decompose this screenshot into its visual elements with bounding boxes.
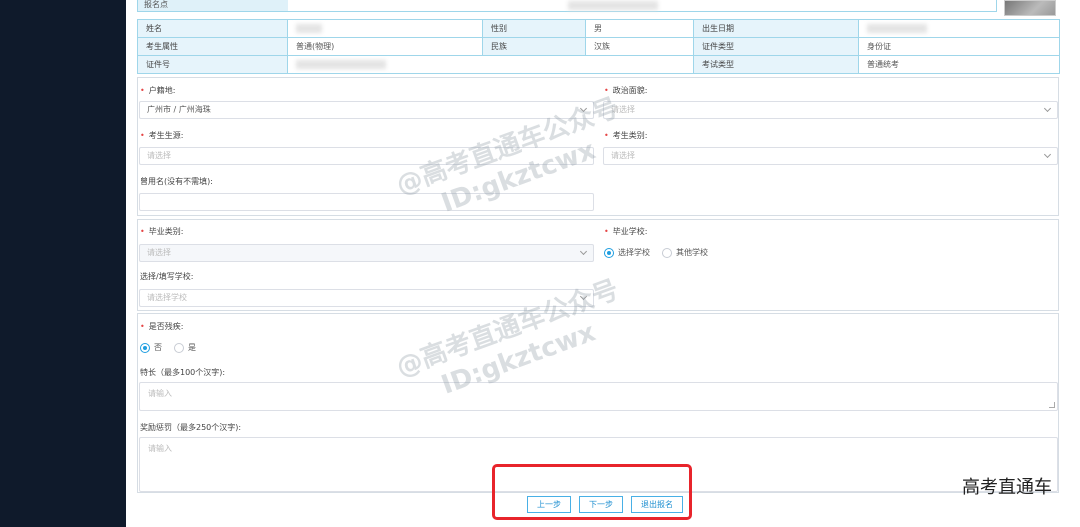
chevron-down-icon <box>1043 150 1052 159</box>
choose-school-placeholder: 请选择学校 <box>147 293 187 302</box>
radio-other-school[interactable]: 其他学校 <box>662 247 708 258</box>
id-number-value <box>287 55 694 74</box>
name-value <box>287 19 483 38</box>
gender-value: 男 <box>585 19 694 38</box>
radio-yes[interactable]: 是 <box>174 342 196 353</box>
student-attr-value: 普通(物理) <box>287 37 483 56</box>
chevron-down-icon <box>579 247 588 256</box>
grad-school-radio-group: 选择学校 其他学校 <box>604 247 714 258</box>
grad-type-label: • 毕业类别: <box>140 227 184 236</box>
registration-point-label: 报名点 <box>138 0 288 11</box>
disabled-radio-group: 否 是 <box>140 342 202 353</box>
source-label: • 考生生源: <box>140 131 184 140</box>
chevron-down-icon <box>1043 104 1052 113</box>
category-select[interactable]: 请选择 <box>603 147 1058 165</box>
awards-placeholder: 请输入 <box>148 444 172 453</box>
former-name-input[interactable] <box>139 193 594 211</box>
highlight-box <box>492 464 692 520</box>
politics-select[interactable]: 请选择 <box>603 101 1058 119</box>
birth-date-label: 出生日期 <box>693 19 859 38</box>
birth-date-value <box>858 19 1060 38</box>
choose-school-label: 选择/填写学校: <box>140 272 194 281</box>
exam-type-value: 普通统考 <box>858 55 1060 74</box>
grad-school-label: • 毕业学校: <box>604 227 648 236</box>
awards-label: 奖励惩罚（最多250个汉字): <box>140 423 242 432</box>
id-type-label: 证件类型 <box>693 37 859 56</box>
radio-select-school[interactable]: 选择学校 <box>604 247 650 258</box>
student-attr-label: 考生属性 <box>137 37 288 56</box>
disabled-label: • 是否残疾: <box>140 322 184 331</box>
ethnicity-value: 汉族 <box>585 37 694 56</box>
specialty-textarea[interactable]: 请输入 <box>139 382 1058 411</box>
sidebar <box>0 0 126 527</box>
id-number-label: 证件号 <box>137 55 288 74</box>
former-name-label: 曾用名(没有不需填): <box>140 177 213 186</box>
registration-point-row: 报名点 <box>137 0 997 12</box>
radio-unchecked-icon[interactable] <box>174 342 184 353</box>
main-content: 报名点 姓名 性别 男 出生日期 考生属性 普通(物理) 民族 汉族 证件类型 … <box>126 0 1080 527</box>
name-label: 姓名 <box>137 19 288 38</box>
hukou-select-value: 广州市 / 广州海珠 <box>147 105 211 114</box>
specialty-label: 特长（最多100个汉字): <box>140 368 226 377</box>
radio-no[interactable]: 否 <box>140 342 162 353</box>
info-row-3: 证件号 考试类型 普通统考 <box>137 55 1060 74</box>
hukou-select[interactable]: 广州市 / 广州海珠 <box>139 101 594 119</box>
ethnicity-label: 民族 <box>482 37 586 56</box>
specialty-placeholder: 请输入 <box>148 389 172 398</box>
corner-watermark-text: 高考直通车 <box>962 477 1052 498</box>
grad-type-placeholder: 请选择 <box>147 248 171 257</box>
hukou-label: • 户籍地: <box>140 86 176 95</box>
info-row-2: 考生属性 普通(物理) 民族 汉族 证件类型 身份证 <box>137 37 1060 56</box>
radio-unchecked-icon[interactable] <box>662 247 672 258</box>
radio-checked-icon[interactable] <box>140 342 150 353</box>
radio-checked-icon[interactable] <box>604 247 614 258</box>
id-type-value: 身份证 <box>858 37 1060 56</box>
exam-type-label: 考试类型 <box>693 55 859 74</box>
resize-handle-icon[interactable] <box>1049 402 1055 408</box>
student-info-table: 姓名 性别 男 出生日期 考生属性 普通(物理) 民族 汉族 证件类型 身份证 … <box>137 19 1060 74</box>
info-row-1: 姓名 性别 男 出生日期 <box>137 19 1060 38</box>
source-placeholder: 请选择 <box>147 151 171 160</box>
redacted-value <box>568 1 658 10</box>
grad-type-select[interactable]: 请选择 <box>139 244 594 262</box>
student-photo <box>1004 0 1056 16</box>
gender-label: 性别 <box>482 19 586 38</box>
